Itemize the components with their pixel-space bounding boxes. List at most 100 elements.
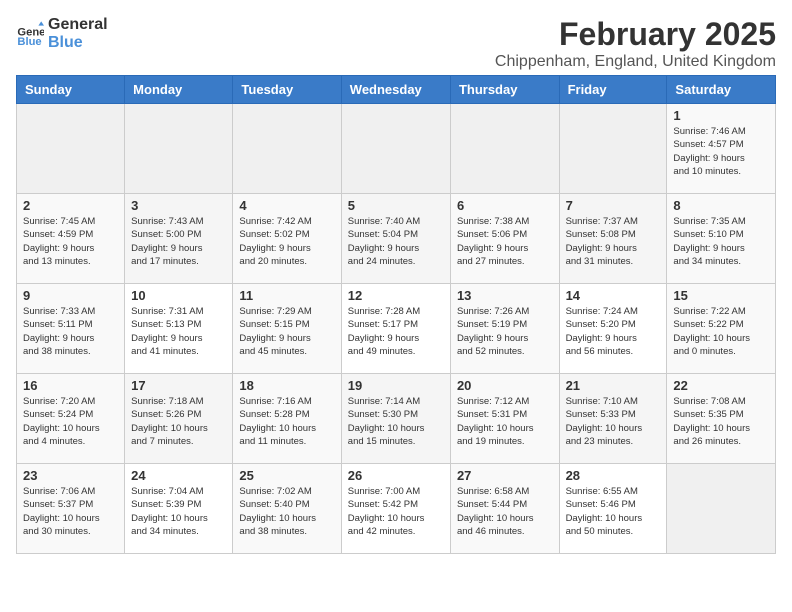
calendar-cell: 15 Sunrise: 7:22 AM Sunset: 5:22 PM Dayli…: [667, 284, 776, 374]
calendar-cell: 26 Sunrise: 7:00 AM Sunset: 5:42 PM Dayli…: [341, 464, 450, 554]
day-info: Sunrise: 7:22 AM Sunset: 5:22 PM Dayligh…: [673, 305, 769, 358]
day-number: 28: [566, 468, 661, 483]
day-info: Sunrise: 7:40 AM Sunset: 5:04 PM Dayligh…: [348, 215, 444, 268]
calendar-cell: 24 Sunrise: 7:04 AM Sunset: 5:39 PM Dayli…: [125, 464, 233, 554]
calendar-cell: 21Sunrise: 7:10 AM Sunset: 5:33 PM Dayli…: [559, 374, 667, 464]
day-info: Sunrise: 7:18 AM Sunset: 5:26 PM Dayligh…: [131, 395, 226, 448]
day-info: Sunrise: 7:38 AM Sunset: 5:06 PM Dayligh…: [457, 215, 553, 268]
day-number: 23: [23, 468, 118, 483]
calendar-cell: 9 Sunrise: 7:33 AM Sunset: 5:11 PM Daylig…: [17, 284, 125, 374]
logo: General Blue General Blue: [16, 16, 108, 52]
calendar-table: SundayMondayTuesdayWednesdayThursdayFrid…: [16, 75, 776, 554]
day-info: Sunrise: 7:00 AM Sunset: 5:42 PM Dayligh…: [348, 485, 444, 538]
day-number: 18: [239, 378, 334, 393]
calendar-cell: 4Sunrise: 7:42 AM Sunset: 5:02 PM Daylig…: [233, 194, 341, 284]
month-year: February 2025: [495, 16, 776, 53]
day-info: Sunrise: 7:16 AM Sunset: 5:28 PM Dayligh…: [239, 395, 334, 448]
day-number: 11: [239, 288, 334, 303]
day-info: Sunrise: 7:46 AM Sunset: 4:57 PM Dayligh…: [673, 125, 769, 178]
day-number: 26: [348, 468, 444, 483]
calendar-cell: 11 Sunrise: 7:29 AM Sunset: 5:15 PM Dayli…: [233, 284, 341, 374]
logo-blue: Blue: [48, 34, 108, 52]
day-number: 19: [348, 378, 444, 393]
day-number: 7: [566, 198, 661, 213]
calendar-cell: 5 Sunrise: 7:40 AM Sunset: 5:04 PM Daylig…: [341, 194, 450, 284]
calendar-cell: [559, 104, 667, 194]
svg-text:Blue: Blue: [17, 36, 41, 48]
day-info: Sunrise: 7:12 AM Sunset: 5:31 PM Dayligh…: [457, 395, 553, 448]
day-info: Sunrise: 7:45 AM Sunset: 4:59 PM Dayligh…: [23, 215, 118, 268]
week-row-4: 16Sunrise: 7:20 AM Sunset: 5:24 PM Dayli…: [17, 374, 776, 464]
calendar-cell: 22 Sunrise: 7:08 AM Sunset: 5:35 PM Dayli…: [667, 374, 776, 464]
week-row-5: 23Sunrise: 7:06 AM Sunset: 5:37 PM Dayli…: [17, 464, 776, 554]
logo-icon: General Blue: [16, 20, 44, 48]
calendar-cell: 2Sunrise: 7:45 AM Sunset: 4:59 PM Daylig…: [17, 194, 125, 284]
day-info: Sunrise: 7:04 AM Sunset: 5:39 PM Dayligh…: [131, 485, 226, 538]
day-info: Sunrise: 6:58 AM Sunset: 5:44 PM Dayligh…: [457, 485, 553, 538]
day-info: Sunrise: 7:31 AM Sunset: 5:13 PM Dayligh…: [131, 305, 226, 358]
weekday-header-sunday: Sunday: [17, 76, 125, 104]
day-number: 25: [239, 468, 334, 483]
day-number: 5: [348, 198, 444, 213]
day-info: Sunrise: 7:26 AM Sunset: 5:19 PM Dayligh…: [457, 305, 553, 358]
calendar-cell: 19 Sunrise: 7:14 AM Sunset: 5:30 PM Dayli…: [341, 374, 450, 464]
calendar-cell: 25 Sunrise: 7:02 AM Sunset: 5:40 PM Dayli…: [233, 464, 341, 554]
logo-general: General: [48, 16, 108, 34]
calendar-cell: [667, 464, 776, 554]
day-number: 10: [131, 288, 226, 303]
calendar-cell: 12 Sunrise: 7:28 AM Sunset: 5:17 PM Dayli…: [341, 284, 450, 374]
day-info: Sunrise: 6:55 AM Sunset: 5:46 PM Dayligh…: [566, 485, 661, 538]
calendar-cell: [17, 104, 125, 194]
weekday-header-tuesday: Tuesday: [233, 76, 341, 104]
calendar-cell: 16Sunrise: 7:20 AM Sunset: 5:24 PM Dayli…: [17, 374, 125, 464]
calendar-cell: [450, 104, 559, 194]
calendar-cell: 6 Sunrise: 7:38 AM Sunset: 5:06 PM Daylig…: [450, 194, 559, 284]
day-number: 12: [348, 288, 444, 303]
calendar-cell: 10 Sunrise: 7:31 AM Sunset: 5:13 PM Dayli…: [125, 284, 233, 374]
header: General Blue General Blue February 2025 …: [16, 16, 776, 71]
day-info: Sunrise: 7:33 AM Sunset: 5:11 PM Dayligh…: [23, 305, 118, 358]
day-info: Sunrise: 7:14 AM Sunset: 5:30 PM Dayligh…: [348, 395, 444, 448]
calendar-cell: 14 Sunrise: 7:24 AM Sunset: 5:20 PM Dayli…: [559, 284, 667, 374]
location: Chippenham, England, United Kingdom: [495, 53, 776, 71]
week-row-2: 2Sunrise: 7:45 AM Sunset: 4:59 PM Daylig…: [17, 194, 776, 284]
day-number: 9: [23, 288, 118, 303]
calendar-cell: 20Sunrise: 7:12 AM Sunset: 5:31 PM Dayli…: [450, 374, 559, 464]
day-info: Sunrise: 7:28 AM Sunset: 5:17 PM Dayligh…: [348, 305, 444, 358]
weekday-header-monday: Monday: [125, 76, 233, 104]
title-area: February 2025 Chippenham, England, Unite…: [495, 16, 776, 71]
day-number: 14: [566, 288, 661, 303]
calendar-cell: 8Sunrise: 7:35 AM Sunset: 5:10 PM Daylig…: [667, 194, 776, 284]
day-number: 22: [673, 378, 769, 393]
day-info: Sunrise: 7:10 AM Sunset: 5:33 PM Dayligh…: [566, 395, 661, 448]
day-info: Sunrise: 7:29 AM Sunset: 5:15 PM Dayligh…: [239, 305, 334, 358]
week-row-1: 1 Sunrise: 7:46 AM Sunset: 4:57 PM Daylig…: [17, 104, 776, 194]
calendar-cell: 13 Sunrise: 7:26 AM Sunset: 5:19 PM Dayli…: [450, 284, 559, 374]
day-info: Sunrise: 7:02 AM Sunset: 5:40 PM Dayligh…: [239, 485, 334, 538]
weekday-header-wednesday: Wednesday: [341, 76, 450, 104]
day-info: Sunrise: 7:08 AM Sunset: 5:35 PM Dayligh…: [673, 395, 769, 448]
day-info: Sunrise: 7:20 AM Sunset: 5:24 PM Dayligh…: [23, 395, 118, 448]
day-number: 6: [457, 198, 553, 213]
calendar-cell: 3Sunrise: 7:43 AM Sunset: 5:00 PM Daylig…: [125, 194, 233, 284]
day-number: 17: [131, 378, 226, 393]
day-number: 27: [457, 468, 553, 483]
calendar-cell: 28 Sunrise: 6:55 AM Sunset: 5:46 PM Dayli…: [559, 464, 667, 554]
calendar-cell: 18 Sunrise: 7:16 AM Sunset: 5:28 PM Dayli…: [233, 374, 341, 464]
day-number: 24: [131, 468, 226, 483]
calendar-cell: 23Sunrise: 7:06 AM Sunset: 5:37 PM Dayli…: [17, 464, 125, 554]
day-number: 1: [673, 108, 769, 123]
day-number: 4: [239, 198, 334, 213]
calendar-cell: [341, 104, 450, 194]
day-info: Sunrise: 7:37 AM Sunset: 5:08 PM Dayligh…: [566, 215, 661, 268]
day-number: 15: [673, 288, 769, 303]
calendar-cell: 7 Sunrise: 7:37 AM Sunset: 5:08 PM Daylig…: [559, 194, 667, 284]
day-number: 3: [131, 198, 226, 213]
day-number: 13: [457, 288, 553, 303]
calendar-cell: 17 Sunrise: 7:18 AM Sunset: 5:26 PM Dayli…: [125, 374, 233, 464]
day-info: Sunrise: 7:24 AM Sunset: 5:20 PM Dayligh…: [566, 305, 661, 358]
weekday-header-thursday: Thursday: [450, 76, 559, 104]
week-row-3: 9 Sunrise: 7:33 AM Sunset: 5:11 PM Daylig…: [17, 284, 776, 374]
day-number: 8: [673, 198, 769, 213]
calendar-cell: 1 Sunrise: 7:46 AM Sunset: 4:57 PM Daylig…: [667, 104, 776, 194]
